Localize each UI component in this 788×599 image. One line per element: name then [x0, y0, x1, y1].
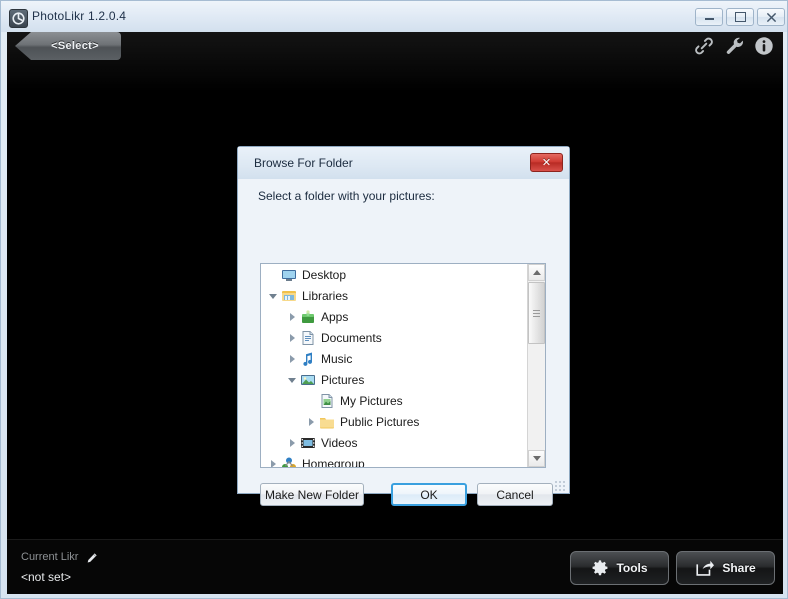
tree-item-desktop[interactable]: Desktop: [261, 264, 529, 285]
chevron-down-icon: [532, 456, 541, 461]
make-new-folder-button[interactable]: Make New Folder: [260, 483, 364, 506]
document-icon: [300, 330, 316, 346]
window-title-bar: PhotoLikr 1.2.0.4: [1, 1, 787, 32]
expander-toggle[interactable]: [267, 458, 279, 467]
tree-scrollbar[interactable]: [527, 264, 545, 467]
scroll-up-button[interactable]: [528, 264, 545, 281]
info-icon[interactable]: [753, 35, 775, 57]
libraries-icon: [281, 288, 297, 304]
minimize-button[interactable]: [695, 8, 723, 26]
link-icon[interactable]: [693, 35, 715, 57]
refresh-circle-icon: [9, 9, 28, 28]
tree-item-label: Public Pictures: [340, 414, 420, 429]
select-tab-button[interactable]: <Select>: [15, 32, 121, 60]
browse-for-folder-dialog: Browse For Folder ✕ Select a folder with…: [237, 146, 570, 506]
tree-item-my-pictures[interactable]: My Pictures: [261, 390, 529, 411]
share-icon: [696, 560, 715, 576]
tools-button[interactable]: Tools: [570, 551, 669, 585]
dialog-title: Browse For Folder: [254, 156, 353, 170]
scrollbar-grip-icon: [533, 309, 540, 317]
tree-item-videos[interactable]: Videos: [261, 432, 529, 453]
resize-grip-icon[interactable]: [555, 481, 565, 491]
gear-icon: [593, 560, 608, 576]
dialog-title-bar: Browse For Folder ✕: [238, 147, 569, 179]
ok-button[interactable]: OK: [391, 483, 467, 506]
expander-toggle[interactable]: [286, 374, 298, 386]
expander-toggle[interactable]: [286, 353, 298, 365]
tools-button-label: Tools: [616, 561, 648, 575]
tree-item-public-pictures[interactable]: Public Pictures: [261, 411, 529, 432]
monitor-icon: [281, 267, 297, 283]
tree-item-homegroup[interactable]: Homegroup: [261, 453, 529, 468]
folder-tree-rows: Desktop Libraries Apps Documents Music Pictur…: [261, 264, 529, 468]
tree-item-music[interactable]: Music: [261, 348, 529, 369]
close-button[interactable]: [757, 8, 785, 26]
scrollbar-thumb[interactable]: [528, 282, 545, 344]
share-button-label: Share: [722, 561, 756, 575]
tree-item-label: Videos: [321, 435, 358, 450]
tree-item-label: Libraries: [302, 288, 349, 303]
ok-button-label: OK: [420, 487, 438, 502]
window-title: PhotoLikr 1.2.0.4: [32, 9, 127, 23]
select-tab-label: <Select>: [51, 40, 99, 52]
footer-bar: Current Likr <not set> Tools Share: [7, 539, 783, 594]
chevron-right-icon: [289, 438, 295, 447]
tree-item-label: Homegroup: [302, 456, 365, 468]
expander-toggle[interactable]: [267, 290, 279, 302]
pencil-icon[interactable]: [86, 551, 98, 563]
current-likr-label: Current Likr: [21, 551, 79, 563]
minimize-icon: [704, 15, 714, 20]
wrench-icon[interactable]: [724, 35, 746, 57]
tree-item-label: Documents: [321, 330, 382, 345]
application-window: PhotoLikr 1.2.0.4 <Select> Current Likr …: [0, 0, 788, 599]
close-icon: [766, 12, 776, 22]
cancel-button-label: Cancel: [496, 487, 534, 502]
make-new-folder-label: Make New Folder: [264, 487, 360, 502]
expander-toggle: [305, 395, 317, 407]
music-note-icon: [300, 351, 316, 367]
expander-toggle[interactable]: [286, 332, 298, 344]
expander-toggle: [267, 269, 279, 281]
expander-toggle[interactable]: [305, 416, 317, 428]
chevron-up-icon: [532, 270, 541, 275]
chevron-down-icon: [288, 378, 296, 383]
stage-top-gradient: [7, 32, 783, 92]
tree-item-label: Desktop: [302, 267, 347, 282]
dialog-close-button[interactable]: ✕: [530, 153, 563, 172]
close-icon: ✕: [541, 156, 552, 169]
folder-tree-view[interactable]: Desktop Libraries Apps Documents Music Pictur…: [260, 263, 546, 468]
tree-item-label: Pictures: [321, 372, 365, 387]
tree-item-apps[interactable]: Apps: [261, 306, 529, 327]
dialog-prompt: Select a folder with your pictures:: [258, 189, 435, 203]
chevron-right-icon: [270, 459, 276, 467]
cancel-button[interactable]: Cancel: [477, 483, 553, 506]
maximize-icon: [734, 12, 746, 22]
share-button[interactable]: Share: [676, 551, 775, 585]
chevron-right-icon: [308, 417, 314, 426]
chevron-right-icon: [289, 312, 295, 321]
chevron-down-icon: [269, 294, 277, 299]
current-likr-value: <not set>: [21, 570, 72, 584]
pictures-icon: [300, 372, 316, 388]
dialog-body: Select a folder with your pictures: Desk…: [238, 179, 569, 506]
tree-item-libraries[interactable]: Libraries: [261, 285, 529, 306]
tree-item-label: Music: [321, 351, 353, 366]
maximize-button[interactable]: [726, 8, 754, 26]
tree-item-pictures[interactable]: Pictures: [261, 369, 529, 391]
tree-item-documents[interactable]: Documents: [261, 327, 529, 348]
homegroup-icon: [281, 456, 297, 467]
videos-icon: [300, 435, 316, 451]
tree-item-label: Apps: [321, 309, 349, 324]
chevron-right-icon: [289, 333, 295, 342]
folder-icon: [319, 414, 335, 430]
expander-toggle[interactable]: [286, 437, 298, 449]
apps-icon: [300, 309, 316, 325]
scroll-down-button[interactable]: [528, 450, 545, 467]
my-pictures-icon: [319, 393, 335, 409]
tree-item-label: My Pictures: [340, 393, 403, 408]
expander-toggle[interactable]: [286, 311, 298, 323]
chevron-right-icon: [289, 354, 295, 363]
